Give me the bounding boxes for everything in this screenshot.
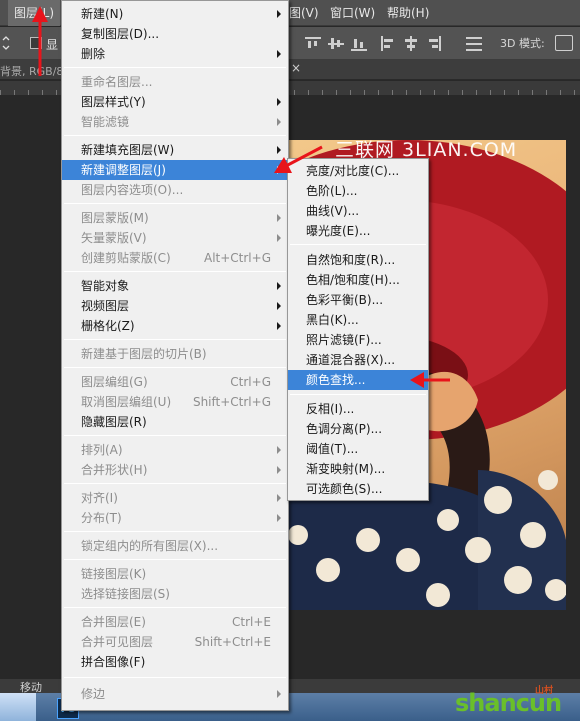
menu-item-layer-content-options[interactable]: 图层内容选项(O)...	[62, 180, 288, 200]
menu-separator	[64, 483, 286, 484]
3d-mode-label: 3D 模式:	[500, 37, 545, 50]
submenu-item-color-balance[interactable]: 色彩平衡(B)...	[288, 290, 428, 310]
layer-menu: 新建(N) 复制图层(D)... 删除 重命名图层... 图层样式(Y) 智能滤…	[61, 0, 289, 711]
tool-preset-dropdown[interactable]	[0, 35, 12, 52]
align-right-icon[interactable]	[426, 36, 442, 51]
submenu-item-gradient-map[interactable]: 渐变映射(M)...	[288, 459, 428, 479]
chevron-right-icon	[277, 494, 281, 502]
align-hcenter-icon[interactable]	[403, 36, 419, 51]
chevron-right-icon	[277, 98, 281, 106]
menu-item-layer-style[interactable]: 图层样式(Y)	[62, 92, 288, 112]
menu-item-smart-filter[interactable]: 智能滤镜	[62, 112, 288, 132]
brand-tag: 山村	[535, 686, 554, 696]
submenu-item-color-lookup[interactable]: 颜色查找...	[288, 370, 428, 390]
menu-item-create-clipping-mask[interactable]: 创建剪贴蒙版(C) Alt+Ctrl+G	[62, 248, 288, 268]
submenu-item-curves[interactable]: 曲线(V)...	[288, 201, 428, 221]
submenu-item-levels[interactable]: 色阶(L)...	[288, 181, 428, 201]
chevron-right-icon	[277, 146, 281, 154]
submenu-item-selective-color[interactable]: 可选颜色(S)...	[288, 479, 428, 499]
menu-item-lock-all-layers-in-group[interactable]: 锁定组内的所有图层(X)...	[62, 536, 288, 556]
menu-separator	[290, 244, 426, 245]
menu-item-select-linked-layers[interactable]: 选择链接图层(S)	[62, 584, 288, 604]
menu-separator	[64, 367, 286, 368]
menu-item-matting[interactable]: 修边	[62, 684, 288, 704]
chevron-right-icon	[277, 10, 281, 18]
menu-item-layer-mask[interactable]: 图层蒙版(M)	[62, 208, 288, 228]
document-tab[interactable]: 背景, RGB/8	[0, 63, 63, 79]
taskbar-thumbnail[interactable]	[0, 693, 36, 721]
menu-separator	[64, 559, 286, 560]
align-bottom-icon[interactable]	[351, 36, 367, 51]
menu-item-new-layer-based-slice[interactable]: 新建基于图层的切片(B)	[62, 344, 288, 364]
auto-select-checkbox[interactable]	[30, 37, 42, 49]
menu-item-new[interactable]: 新建(N)	[62, 4, 288, 24]
menu-separator	[64, 67, 286, 68]
close-icon[interactable]: ×	[291, 61, 301, 75]
menu-separator	[64, 435, 286, 436]
menu-item-merge-visible[interactable]: 合并可见图层 Shift+Ctrl+E	[62, 632, 288, 652]
chevron-right-icon	[277, 214, 281, 222]
menu-item-combine-shapes[interactable]: 合并形状(H)	[62, 460, 288, 480]
menu-separator	[64, 203, 286, 204]
submenu-item-black-white[interactable]: 黑白(K)...	[288, 310, 428, 330]
submenu-item-brightness-contrast[interactable]: 亮度/对比度(C)...	[288, 161, 428, 181]
align-left-icon[interactable]	[380, 36, 396, 51]
menu-layer[interactable]: 图层(L)	[8, 0, 61, 26]
distribute-icon[interactable]	[466, 36, 482, 51]
submenu-item-threshold[interactable]: 阈值(T)...	[288, 439, 428, 459]
submenu-item-photo-filter[interactable]: 照片滤镜(F)...	[288, 330, 428, 350]
3d-camera-icon[interactable]	[555, 35, 573, 51]
menu-separator	[64, 531, 286, 532]
menu-item-video-layer[interactable]: 视频图层	[62, 296, 288, 316]
menu-separator	[64, 677, 286, 678]
chevron-right-icon	[277, 466, 281, 474]
menu-view[interactable]: 图(V)	[289, 0, 319, 26]
menu-window[interactable]: 窗口(W)	[330, 0, 375, 26]
chevron-right-icon	[277, 302, 281, 310]
menu-separator	[290, 394, 426, 395]
site-logo: shancun 山村	[455, 683, 580, 721]
menu-item-group-layers[interactable]: 图层编组(G) Ctrl+G	[62, 372, 288, 392]
menu-item-flatten-image[interactable]: 拼合图像(F)	[62, 652, 288, 672]
menu-separator	[64, 607, 286, 608]
menu-item-distribute[interactable]: 分布(T)	[62, 508, 288, 528]
chevron-right-icon	[277, 50, 281, 58]
menu-item-link-layers[interactable]: 链接图层(K)	[62, 564, 288, 584]
chevron-right-icon	[277, 446, 281, 454]
adjustment-layer-submenu: 亮度/对比度(C)... 色阶(L)... 曲线(V)... 曝光度(E)...…	[287, 158, 429, 501]
menu-item-hide-layers[interactable]: 隐藏图层(R)	[62, 412, 288, 432]
menu-item-align[interactable]: 对齐(I)	[62, 488, 288, 508]
submenu-item-vibrance[interactable]: 自然饱和度(R)...	[288, 250, 428, 270]
menu-item-new-fill-layer[interactable]: 新建填充图层(W)	[62, 140, 288, 160]
chevron-right-icon	[277, 690, 281, 698]
menu-item-new-adjustment-layer[interactable]: 新建调整图层(J)	[62, 160, 288, 180]
menu-item-arrange[interactable]: 排列(A)	[62, 440, 288, 460]
menu-item-vector-mask[interactable]: 矢量蒙版(V)	[62, 228, 288, 248]
menu-item-rasterize[interactable]: 栅格化(Z)	[62, 316, 288, 336]
chevron-right-icon	[277, 322, 281, 330]
submenu-item-exposure[interactable]: 曝光度(E)...	[288, 221, 428, 241]
chevron-right-icon	[277, 118, 281, 126]
submenu-item-hue-saturation[interactable]: 色相/饱和度(H)...	[288, 270, 428, 290]
menu-help[interactable]: 帮助(H)	[387, 0, 429, 26]
submenu-item-invert[interactable]: 反相(I)...	[288, 399, 428, 419]
menu-separator	[64, 271, 286, 272]
submenu-item-posterize[interactable]: 色调分离(P)...	[288, 419, 428, 439]
auto-select-label: 显	[46, 38, 59, 52]
menu-separator	[64, 135, 286, 136]
align-vcenter-icon[interactable]	[328, 36, 344, 51]
menu-item-rename-layer[interactable]: 重命名图层...	[62, 72, 288, 92]
submenu-item-channel-mixer[interactable]: 通道混合器(X)...	[288, 350, 428, 370]
chevron-right-icon	[277, 282, 281, 290]
align-top-icon[interactable]	[305, 36, 321, 51]
menu-item-delete[interactable]: 删除	[62, 44, 288, 64]
chevron-right-icon	[277, 514, 281, 522]
menu-item-merge-layers[interactable]: 合并图层(E) Ctrl+E	[62, 612, 288, 632]
menu-item-ungroup-layers[interactable]: 取消图层编组(U) Shift+Ctrl+G	[62, 392, 288, 412]
menu-separator	[64, 339, 286, 340]
chevron-right-icon	[277, 166, 281, 174]
menu-item-duplicate-layer[interactable]: 复制图层(D)...	[62, 24, 288, 44]
menu-item-smart-object[interactable]: 智能对象	[62, 276, 288, 296]
chevron-right-icon	[277, 234, 281, 242]
